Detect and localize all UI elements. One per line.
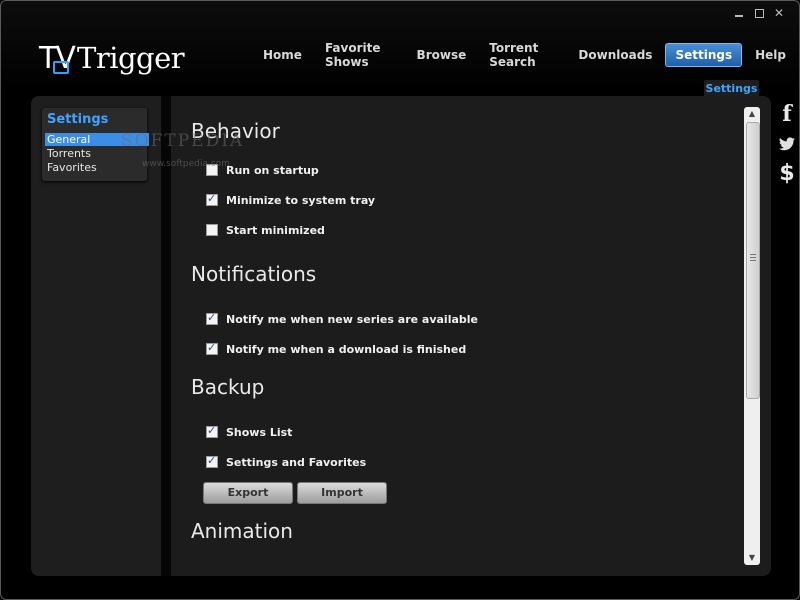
nav-settings[interactable]: Settings xyxy=(665,43,743,67)
tv-icon xyxy=(53,61,69,74)
option-label: Start minimized xyxy=(226,223,325,237)
scroll-grip-icon xyxy=(750,254,756,261)
logo-brand-text: Trigger xyxy=(77,41,185,75)
option-minimize-to-tray[interactable]: Minimize to system tray xyxy=(206,192,375,208)
watermark-logo: SOFTPEDIA xyxy=(121,131,245,151)
option-label: Run on startup xyxy=(226,163,319,177)
twitter-icon[interactable] xyxy=(777,136,797,155)
content-scrollbar[interactable]: ▲ ▼ xyxy=(744,107,760,565)
nav-downloads[interactable]: Downloads xyxy=(568,43,662,67)
option-start-minimized[interactable]: Start minimized xyxy=(206,222,325,238)
main-nav: Home Favorite Shows Browse Torrent Searc… xyxy=(253,41,799,69)
nav-browse[interactable]: Browse xyxy=(407,43,477,67)
nav-torrent-search[interactable]: Torrent Search xyxy=(479,36,565,74)
section-title-backup: Backup xyxy=(191,375,265,399)
shows-list-checkbox[interactable] xyxy=(206,424,218,438)
option-label: Shows List xyxy=(226,425,293,439)
close-icon[interactable]: ✕ xyxy=(773,7,785,19)
minimize-to-tray-checkbox[interactable] xyxy=(206,192,218,206)
page-tab-label: Settings xyxy=(704,80,759,97)
start-minimized-checkbox[interactable] xyxy=(206,224,218,236)
option-backup-shows-list[interactable]: Shows List xyxy=(206,424,292,440)
watermark-url: www.softpedia.com xyxy=(142,159,230,169)
section-title-notifications: Notifications xyxy=(191,262,317,286)
sidebar-title: Settings xyxy=(47,112,109,127)
option-label: Settings and Favorites xyxy=(226,455,367,469)
app-window: ✕ TV Trigger Home Favorite Shows Browse … xyxy=(0,0,800,600)
option-label: Minimize to system tray xyxy=(226,193,376,207)
option-label: Notify me when a download is finished xyxy=(226,342,467,356)
notify-download-finished-checkbox[interactable] xyxy=(206,341,218,355)
option-backup-settings-favorites[interactable]: Settings and Favorites xyxy=(206,454,366,470)
scroll-up-arrow-icon[interactable]: ▲ xyxy=(744,107,760,121)
facebook-icon[interactable]: f xyxy=(777,101,797,127)
notify-new-series-checkbox[interactable] xyxy=(206,311,218,325)
scroll-down-arrow-icon[interactable]: ▼ xyxy=(744,551,760,565)
option-notify-new-series[interactable]: Notify me when new series are available xyxy=(206,311,478,327)
dollar-icon[interactable]: $ xyxy=(777,161,797,186)
option-notify-download-finished[interactable]: Notify me when a download is finished xyxy=(206,341,466,357)
section-title-animation: Animation xyxy=(191,519,293,543)
window-controls: ✕ xyxy=(733,7,785,19)
export-button[interactable]: Export xyxy=(203,482,293,504)
sidebar-item-favorites[interactable]: Favorites xyxy=(45,161,149,174)
settings-content: Behavior Run on startup Minimize to syst… xyxy=(171,96,771,576)
maximize-icon[interactable] xyxy=(753,7,765,19)
minimize-icon[interactable] xyxy=(733,7,745,19)
import-button[interactable]: Import xyxy=(297,482,387,504)
scrollbar-thumb[interactable] xyxy=(746,122,760,399)
option-label: Notify me when new series are available xyxy=(226,312,478,326)
nav-help[interactable]: Help xyxy=(745,43,796,67)
nav-home[interactable]: Home xyxy=(253,43,312,67)
settings-favorites-checkbox[interactable] xyxy=(206,454,218,468)
nav-favorite-shows[interactable]: Favorite Shows xyxy=(315,36,404,74)
